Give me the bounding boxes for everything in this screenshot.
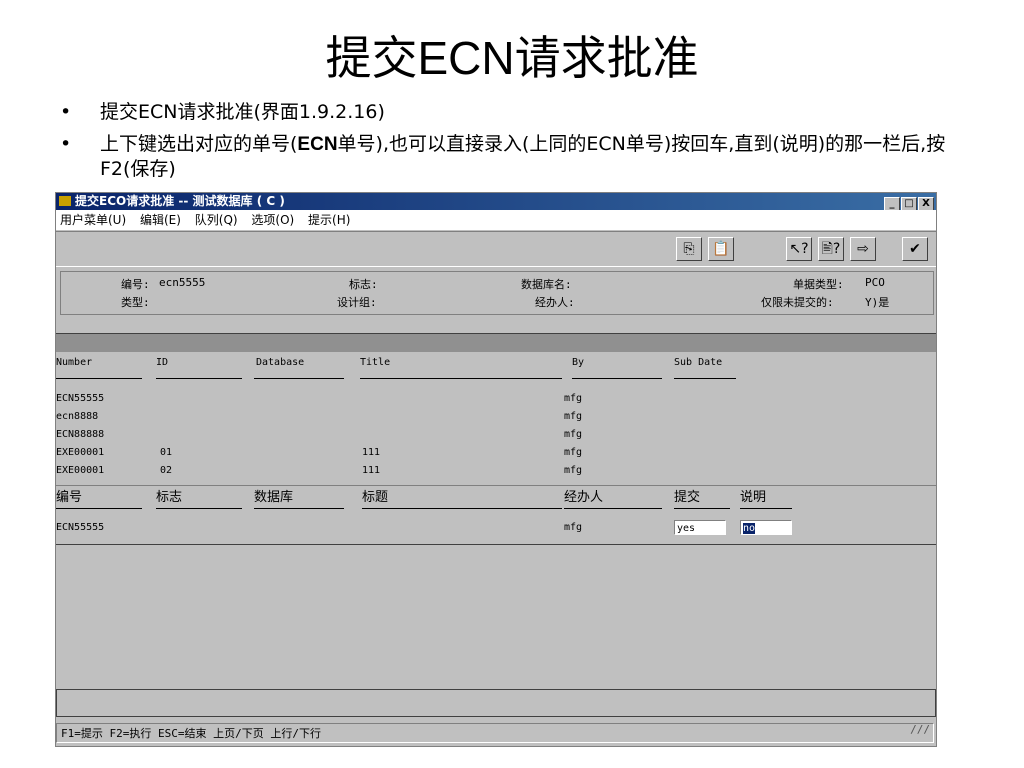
unsubmitted-label: 仅限未提交的: — [761, 296, 834, 309]
table-row-cell[interactable]: EXE00001 — [56, 465, 104, 476]
close-button[interactable]: X — [918, 197, 934, 210]
detail-underline — [56, 508, 142, 509]
col-underline — [674, 378, 736, 379]
col-header-subdate[interactable]: Sub Date — [674, 357, 722, 368]
handler-label: 经办人: — [535, 296, 575, 309]
bullet-2: 上下键选出对应的单号(ECN单号),也可以直接录入(上同的ECN单号)按回车,直… — [60, 132, 980, 181]
col-header-id[interactable]: ID — [156, 357, 168, 368]
db-label: 数据库名: — [521, 278, 572, 291]
help-icon[interactable]: ↖? — [786, 237, 812, 261]
table-row-cell[interactable]: ECN55555 — [56, 393, 104, 404]
col-underline — [56, 378, 142, 379]
bullet-list: 提交ECN请求批准(界面1.9.2.16) 上下键选出对应的单号(ECN单号),… — [60, 100, 980, 189]
detail-underline — [362, 508, 562, 509]
table-row-cell[interactable]: mfg — [564, 393, 582, 404]
table-row-cell[interactable]: mfg — [564, 411, 582, 422]
detail-header-flag: 标志 — [156, 490, 183, 505]
bullet-1-text: 提交ECN请求批准(界面1.9.2.16) — [100, 101, 385, 123]
menu-bar: 用户菜单(U) 编辑(E) 队列(Q) 选项(O) 提示(H) — [56, 210, 936, 230]
filter-panel: 编号: ecn5555 标志: 数据库名: 单据类型: PCO 类型: 设计组:… — [60, 271, 934, 315]
col-header-title[interactable]: Title — [360, 357, 390, 368]
doctype-value[interactable]: PCO — [865, 276, 885, 289]
title-part-cn1: 提交 — [325, 31, 418, 85]
toolbar: ⎘ 📋 ↖? 🖹? ⇨ ✔ — [56, 231, 936, 267]
table-row-cell[interactable]: 02 — [160, 465, 172, 476]
detail-underline — [564, 508, 662, 509]
doctype-label: 单据类型: — [793, 278, 844, 291]
copy-icon[interactable]: ⎘ — [676, 237, 702, 261]
flag-label: 标志: — [349, 278, 378, 291]
grid-separator — [56, 333, 936, 352]
detail-underline — [156, 508, 242, 509]
type-label: 类型: — [121, 296, 150, 309]
table-row-cell[interactable]: 111 — [362, 465, 380, 476]
menu-options[interactable]: 选项(O) — [251, 213, 294, 227]
detail-number-value[interactable]: ECN55555 — [56, 522, 104, 533]
detail-handler-value[interactable]: mfg — [564, 522, 582, 533]
col-underline — [254, 378, 344, 379]
maximize-button[interactable]: □ — [901, 197, 917, 210]
col-underline — [156, 378, 242, 379]
title-part-cn2: 请求批准 — [514, 31, 699, 85]
submit-input-value: yes — [677, 523, 696, 534]
status-bar: F1=提示 F2=执行 ESC=结束 上页/下页 上行/下行 /// — [56, 723, 934, 743]
detail-underline — [254, 508, 344, 509]
col-underline — [572, 378, 662, 379]
menu-queue[interactable]: 队列(Q) — [195, 213, 238, 227]
detail-panel: 编号 标志 数据库 标题 经办人 提交 说明 ECN55555 mfg yes … — [56, 485, 936, 545]
table-row-cell[interactable]: ECN88888 — [56, 429, 104, 440]
detail-underline — [674, 508, 730, 509]
bottom-panel — [56, 689, 936, 717]
detail-header-database: 数据库 — [254, 490, 294, 505]
number-value[interactable]: ecn5555 — [159, 276, 205, 289]
table-row-cell[interactable]: 111 — [362, 447, 380, 458]
note-input-value: no — [743, 523, 756, 534]
note-input[interactable]: no — [740, 520, 792, 535]
app-window: 提交ECO请求批准 -- 测试数据库 ( C ) _ □ X 用户菜单(U) 编辑(… — [55, 192, 937, 747]
submit-input[interactable]: yes — [674, 520, 726, 535]
table-row-cell[interactable]: mfg — [564, 447, 582, 458]
col-header-database[interactable]: Database — [256, 357, 304, 368]
window-controls: _ □ X — [883, 194, 934, 210]
menu-hints[interactable]: 提示(H) — [308, 213, 350, 227]
minimize-button[interactable]: _ — [884, 197, 900, 210]
group-label: 设计组: — [337, 296, 377, 309]
detail-header-handler: 经办人 — [564, 490, 604, 505]
slide-title: 提交ECN请求批准 — [0, 28, 1024, 88]
bullet-1: 提交ECN请求批准(界面1.9.2.16) — [60, 100, 980, 124]
table-row-cell[interactable]: mfg — [564, 465, 582, 476]
resize-grip-icon[interactable]: /// — [910, 720, 930, 740]
paste-icon[interactable]: 📋 — [708, 237, 734, 261]
col-underline — [360, 378, 562, 379]
bullet-2-text-a: 上下键选出对应的单号( — [100, 133, 298, 155]
table-row-cell[interactable]: 01 — [160, 447, 172, 458]
bullet-2-text-b: ECN — [297, 134, 338, 155]
detail-header-note: 说明 — [740, 490, 767, 505]
detail-header-title: 标题 — [362, 490, 389, 505]
detail-underline — [740, 508, 792, 509]
app-icon — [59, 196, 71, 206]
help-query-icon[interactable]: 🖹? — [818, 237, 844, 261]
unsubmitted-value[interactable]: Y)是 — [865, 294, 889, 310]
col-header-number[interactable]: Number — [56, 357, 92, 368]
title-part-latin: ECN — [417, 32, 515, 84]
detail-header-submit: 提交 — [674, 490, 701, 505]
window-titlebar[interactable]: 提交ECO请求批准 -- 测试数据库 ( C ) _ □ X — [56, 193, 936, 210]
menu-user[interactable]: 用户菜单(U) — [60, 213, 126, 227]
window-title: 提交ECO请求批准 -- 测试数据库 ( C ) — [75, 194, 285, 208]
approve-icon[interactable]: ✔ — [902, 237, 928, 261]
export-icon[interactable]: ⇨ — [850, 237, 876, 261]
menu-edit[interactable]: 编辑(E) — [140, 213, 181, 227]
table-row-cell[interactable]: mfg — [564, 429, 582, 440]
number-label: 编号: — [121, 278, 150, 291]
status-text: F1=提示 F2=执行 ESC=结束 上页/下页 上行/下行 — [61, 727, 321, 740]
col-header-by[interactable]: By — [572, 357, 584, 368]
detail-header-number: 编号 — [56, 490, 83, 505]
table-row-cell[interactable]: EXE00001 — [56, 447, 104, 458]
table-row-cell[interactable]: ecn8888 — [56, 411, 98, 422]
